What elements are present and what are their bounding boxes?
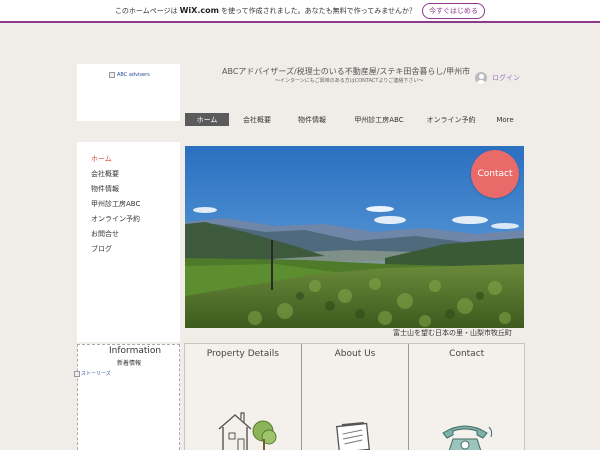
site-title: ABCアドバイザーズ/税理士のいる不動産屋/ステキ田舎暮らし/甲州市 [222, 67, 471, 76]
stories-alt-text: ストーリーズ [81, 371, 111, 377]
login-button[interactable]: ログイン [475, 72, 520, 84]
sidebar-menu: ホーム 会社概要 物件情報 甲州診工房ABC オンライン予約 お問合せ ブログ [77, 142, 180, 342]
nav-item-properties[interactable]: 物件情報 [283, 113, 341, 126]
logo-image[interactable]: ABC advisers [109, 72, 150, 78]
broken-image-icon [74, 370, 80, 377]
contact-column[interactable]: Contact [408, 344, 524, 450]
banner-text-after: を使って作成されました。あなたも無料で作ってみませんか？ [220, 6, 417, 15]
sidebar-item-blog[interactable]: ブログ [91, 242, 180, 257]
about-us-title: About Us [334, 349, 376, 359]
about-us-column[interactable]: About Us [300, 344, 409, 450]
banner-text-before: このホームページは [114, 6, 178, 15]
start-now-button[interactable]: 今すぐはじめる [422, 2, 486, 19]
nav-item-workshop[interactable]: 甲州診工房ABC [343, 113, 415, 126]
feature-columns: Property Details About Us Contact [184, 343, 525, 450]
information-title: Information [109, 346, 162, 356]
logo-container[interactable]: ABC advisers [77, 64, 180, 121]
stories-image[interactable]: ストーリーズ [74, 370, 111, 377]
nav-item-company[interactable]: 会社概要 [233, 113, 281, 126]
house-icon [218, 412, 277, 450]
site-subtitle: ～インターンにもご興味のある方はCONTACTよりご連絡下さい～ [275, 78, 424, 84]
wix-logo[interactable]: WiX.com [180, 6, 219, 15]
login-label: ログイン [492, 74, 520, 82]
sidebar-item-inquiry[interactable]: お問合せ [91, 227, 180, 242]
notepad-icon [335, 422, 370, 450]
sidebar-item-booking[interactable]: オンライン予約 [91, 212, 180, 227]
property-details-column[interactable]: Property Details [185, 344, 301, 450]
sidebar-item-properties[interactable]: 物件情報 [91, 182, 180, 197]
sidebar-item-company[interactable]: 会社概要 [91, 167, 180, 182]
hero-caption: 富士山を望む日本の里・山梨市牧丘町 [393, 329, 512, 337]
nav-item-home[interactable]: ホーム [185, 113, 229, 126]
property-details-title: Property Details [206, 349, 279, 359]
top-navigation: ホーム 会社概要 物件情報 甲州診工房ABC オンライン予約 More [185, 113, 525, 126]
wix-promo-banner: このホームページは WiX.com を使って作成されました。あなたも無料で作って… [0, 0, 600, 23]
telephone-icon [442, 425, 493, 450]
information-subtitle: 新着情報 [117, 360, 142, 367]
avatar-icon [475, 72, 487, 84]
sidebar-item-home[interactable]: ホーム [91, 152, 180, 167]
contact-button[interactable]: Contact [471, 150, 519, 198]
contact-title: Contact [449, 349, 485, 359]
sidebar-item-workshop[interactable]: 甲州診工房ABC [91, 197, 180, 212]
nav-item-booking[interactable]: オンライン予約 [417, 113, 485, 126]
logo-alt-text: ABC advisers [117, 72, 150, 78]
nav-item-more[interactable]: More [485, 113, 525, 126]
broken-image-icon [109, 72, 115, 78]
